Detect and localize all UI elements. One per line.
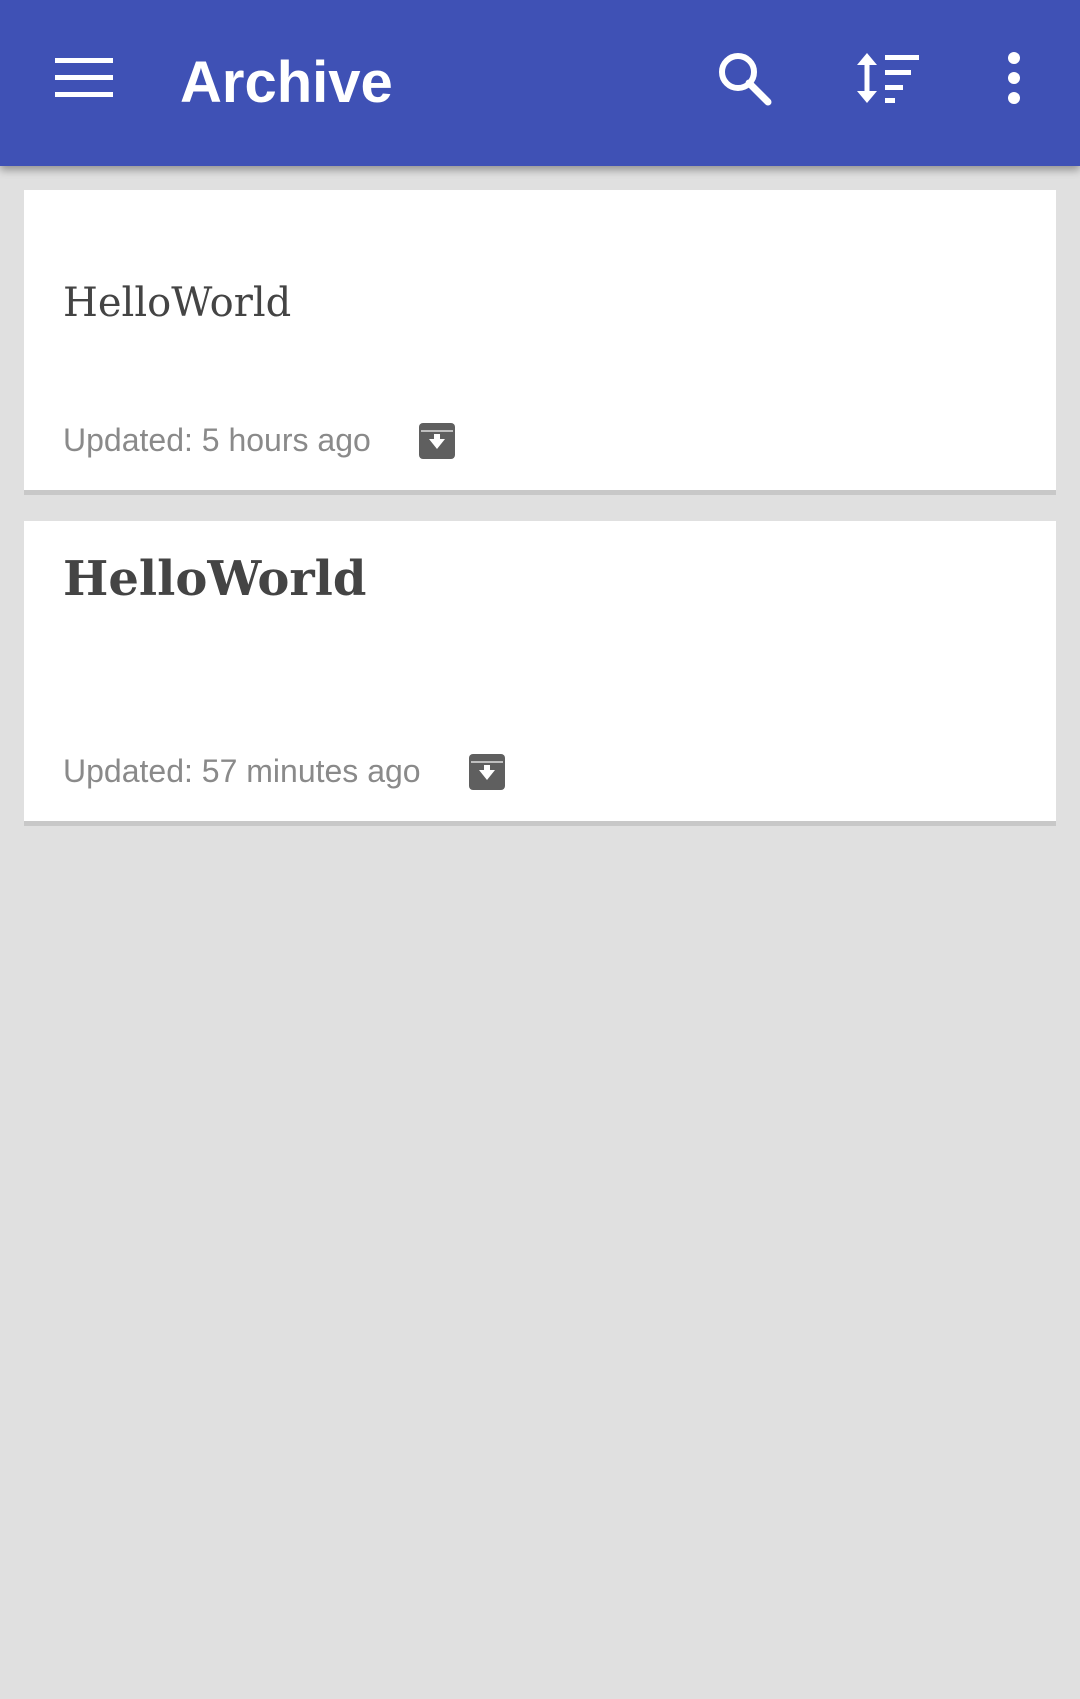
archive-icon [468,753,505,790]
page-title: Archive [180,50,393,115]
note-title: HelloWorld [63,551,367,607]
note-card[interactable]: HelloWorld Updated: 57 minutes ago [24,521,1056,826]
menu-icon [55,57,113,103]
archive-icon [418,422,455,459]
menu-button[interactable] [40,36,128,124]
note-footer: Updated: 5 hours ago [63,422,455,459]
sort-icon [855,51,921,110]
note-card[interactable]: HelloWorld Updated: 5 hours ago [24,190,1056,495]
updated-timestamp: Updated: 5 hours ago [63,422,371,458]
notes-list: HelloWorld Updated: 5 hours ago HelloWor… [24,190,1056,852]
note-title: HelloWorld [63,280,292,326]
app-bar: Archive [0,0,1080,166]
note-footer: Updated: 57 minutes ago [63,753,505,790]
search-button[interactable] [700,36,788,124]
sort-button[interactable] [844,36,932,124]
search-icon [716,50,772,111]
updated-timestamp: Updated: 57 minutes ago [63,753,421,789]
more-options-button[interactable] [970,36,1058,124]
more-vert-icon [1006,51,1022,109]
